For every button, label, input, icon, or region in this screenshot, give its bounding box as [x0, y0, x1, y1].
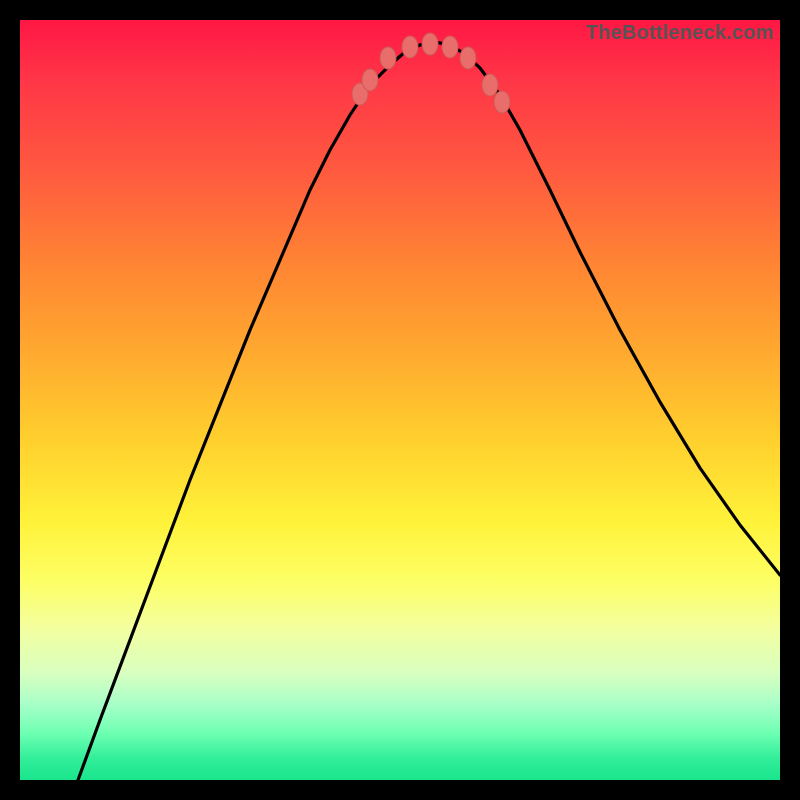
curve-marker: [482, 74, 498, 96]
curve-marker: [422, 33, 438, 55]
markers-group: [352, 33, 510, 113]
curve-marker: [442, 36, 458, 58]
curve-marker: [460, 47, 476, 69]
curve-svg: [20, 20, 780, 780]
curve-marker: [494, 91, 510, 113]
bottleneck-curve: [78, 42, 780, 780]
plot-area: [20, 20, 780, 780]
watermark: TheBottleneck.com: [586, 22, 774, 45]
chart-frame: TheBottleneck.com: [0, 0, 800, 800]
curve-marker: [362, 69, 378, 91]
curve-marker: [402, 36, 418, 58]
curve-marker: [380, 47, 396, 69]
